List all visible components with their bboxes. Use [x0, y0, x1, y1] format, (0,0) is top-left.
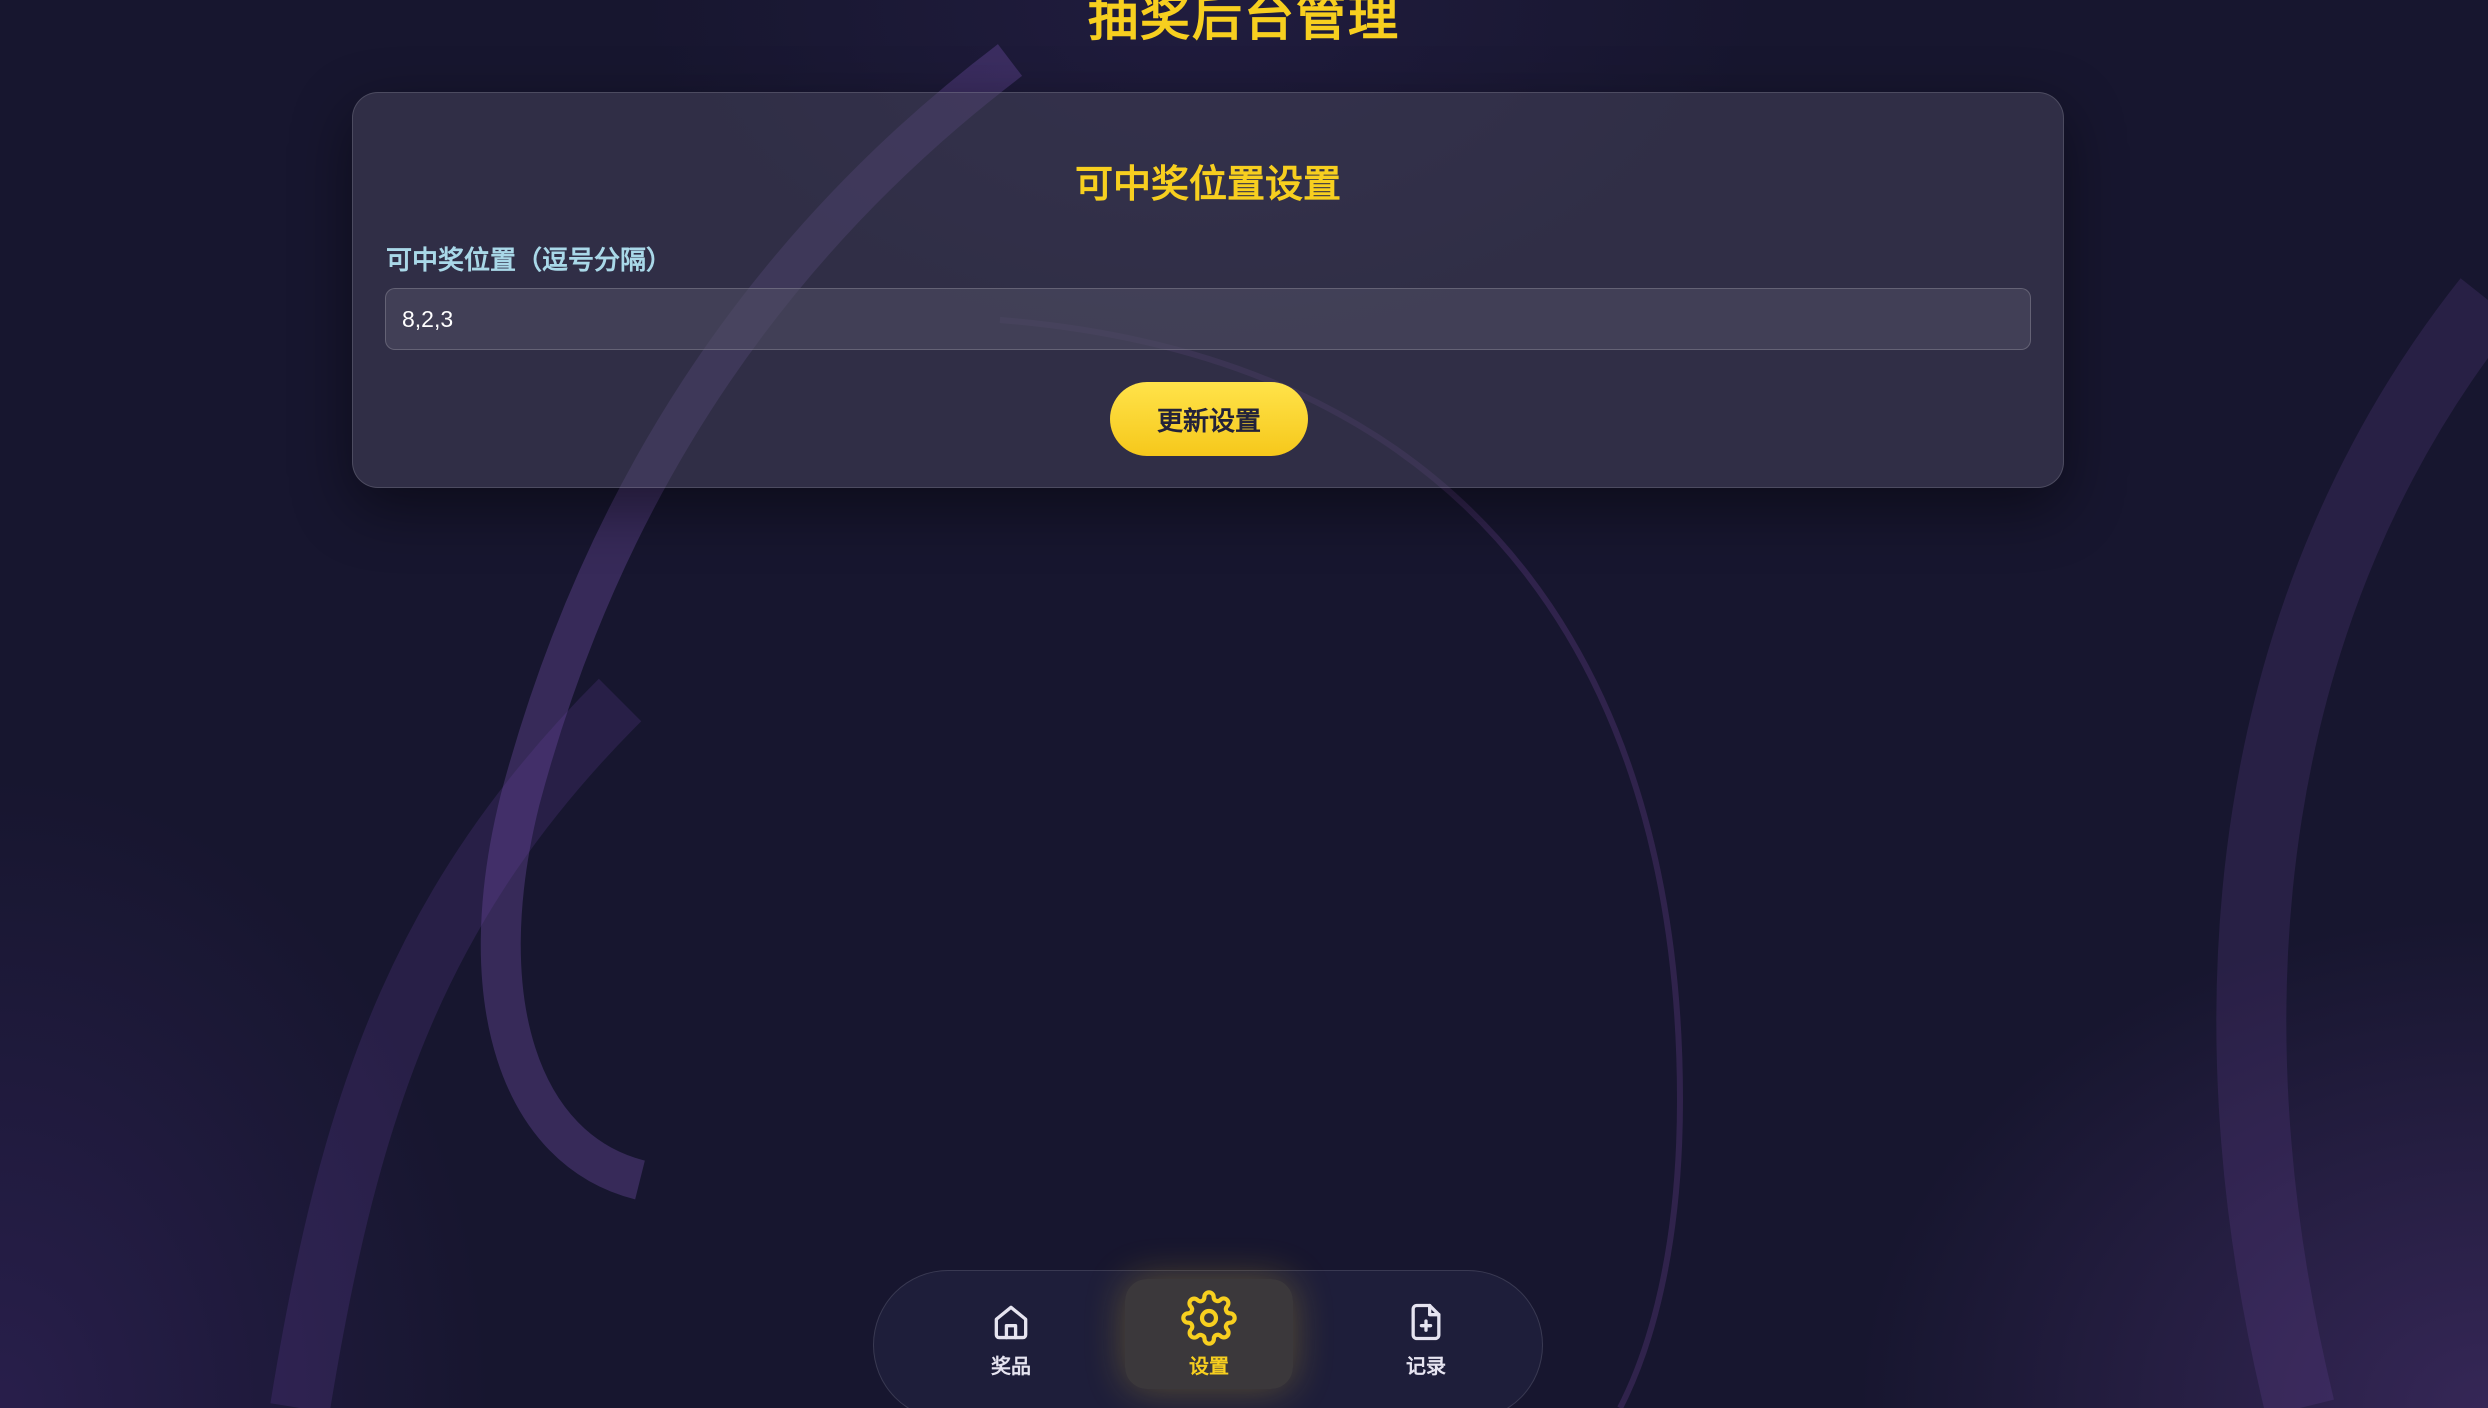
- winning-positions-input[interactable]: [385, 288, 2031, 350]
- settings-card: 可中奖位置设置 可中奖位置（逗号分隔） 更新设置: [352, 92, 2064, 488]
- card-title: 可中奖位置设置: [1074, 162, 1341, 206]
- nav-item-settings[interactable]: 设置: [1125, 1279, 1293, 1389]
- file-plus-icon: [1411, 1303, 1441, 1340]
- nav-item-prizes[interactable]: 奖品: [926, 1271, 1096, 1407]
- page-title: 抽奖后台管理: [1088, 0, 1400, 47]
- nav-label: 记录: [1406, 1353, 1446, 1378]
- nav-item-records[interactable]: 记录: [1341, 1271, 1511, 1407]
- update-settings-button[interactable]: 更新设置: [1110, 382, 1308, 456]
- bottom-nav: 奖品 设置 记录: [873, 1270, 1543, 1408]
- nav-label: 奖品: [991, 1353, 1031, 1378]
- app-background: 抽奖后台管理 可中奖位置设置 可中奖位置（逗号分隔） 更新设置 奖品 设置: [0, 0, 2488, 1408]
- gear-icon: [1181, 1289, 1237, 1346]
- positions-field-label: 可中奖位置（逗号分隔）: [386, 246, 673, 276]
- nav-label: 设置: [1189, 1353, 1229, 1378]
- home-icon: [994, 1305, 1028, 1339]
